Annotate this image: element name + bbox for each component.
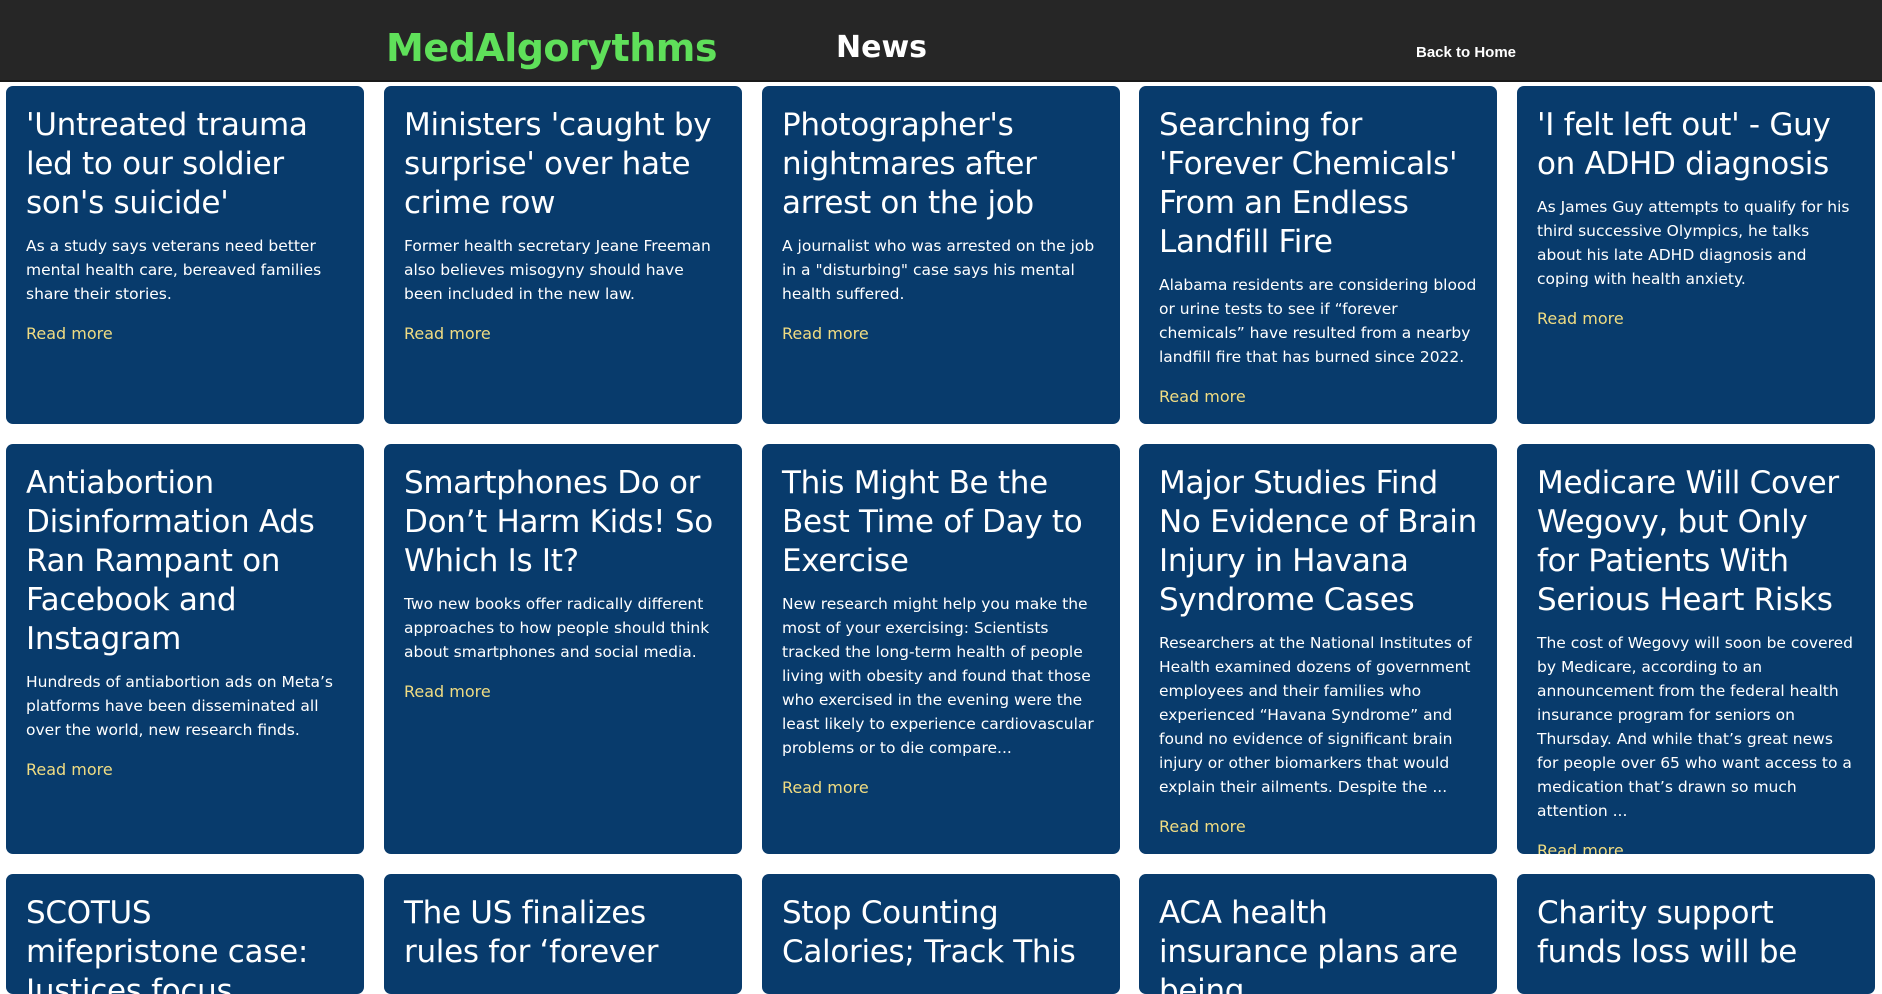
news-card: 'Untreated trauma led to our soldier son… xyxy=(6,86,364,424)
card-title: This Might Be the Best Time of Day to Ex… xyxy=(782,465,1083,579)
card-title: Antiabortion Disinformation Ads Ran Ramp… xyxy=(26,465,315,657)
card-title: Ministers 'caught by surprise' over hate… xyxy=(404,107,712,221)
card-summary: A journalist who was arrested on the job… xyxy=(782,237,1095,303)
card-title: Stop Counting Calories; Track This xyxy=(782,895,1076,970)
page-title: News xyxy=(836,30,928,65)
top-navbar: MedAlgorythms News Back to Home xyxy=(0,0,1882,82)
read-more-link[interactable]: Read more xyxy=(1159,817,1246,836)
card-title: Medicare Will Cover Wegovy, but Only for… xyxy=(1537,465,1839,618)
read-more-link[interactable]: Read more xyxy=(782,324,869,343)
card-summary: As a study says veterans need better men… xyxy=(26,237,322,303)
news-card: Ministers 'caught by surprise' over hate… xyxy=(384,86,742,424)
news-card: SCOTUS mifepristone case: Justices focus xyxy=(6,874,364,994)
card-title: Major Studies Find No Evidence of Brain … xyxy=(1159,465,1477,618)
card-summary: Hundreds of antiabortion ads on Meta’s p… xyxy=(26,673,333,739)
card-title: The US finalizes rules for ‘forever xyxy=(404,895,659,970)
news-grid: 'Untreated trauma led to our soldier son… xyxy=(6,86,1876,994)
card-title: Smartphones Do or Don’t Harm Kids! So Wh… xyxy=(404,465,713,579)
read-more-link[interactable]: Read more xyxy=(404,682,491,701)
card-title: Charity support funds loss will be xyxy=(1537,895,1798,970)
card-title: Searching for 'Forever Chemicals' From a… xyxy=(1159,107,1458,260)
card-summary: As James Guy attempts to qualify for his… xyxy=(1537,198,1850,288)
card-title: 'I felt left out' - Guy on ADHD diagnosi… xyxy=(1537,107,1831,182)
news-card: Antiabortion Disinformation Ads Ran Ramp… xyxy=(6,444,364,854)
card-summary: Alabama residents are considering blood … xyxy=(1159,276,1477,366)
read-more-link[interactable]: Read more xyxy=(404,324,491,343)
read-more-link[interactable]: Read more xyxy=(26,760,113,779)
read-more-link[interactable]: Read more xyxy=(1537,841,1624,854)
news-card: This Might Be the Best Time of Day to Ex… xyxy=(762,444,1120,854)
card-title: SCOTUS mifepristone case: Justices focus xyxy=(26,895,308,994)
read-more-link[interactable]: Read more xyxy=(1537,309,1624,328)
news-card: Photographer's nightmares after arrest o… xyxy=(762,86,1120,424)
brand-logo-text[interactable]: MedAlgorythms xyxy=(386,26,717,70)
news-card: Searching for 'Forever Chemicals' From a… xyxy=(1139,86,1497,424)
read-more-link[interactable]: Read more xyxy=(782,778,869,797)
card-title: 'Untreated trauma led to our soldier son… xyxy=(26,107,308,221)
news-card: The US finalizes rules for ‘forever xyxy=(384,874,742,994)
news-card: ACA health insurance plans are being xyxy=(1139,874,1497,994)
news-card: 'I felt left out' - Guy on ADHD diagnosi… xyxy=(1517,86,1875,424)
card-summary: New research might help you make the mos… xyxy=(782,595,1094,757)
read-more-link[interactable]: Read more xyxy=(26,324,113,343)
card-summary: Researchers at the National Institutes o… xyxy=(1159,634,1472,796)
card-title: ACA health insurance plans are being xyxy=(1159,895,1458,994)
news-card: Major Studies Find No Evidence of Brain … xyxy=(1139,444,1497,854)
card-summary: Former health secretary Jeane Freeman al… xyxy=(404,237,711,303)
news-card: Charity support funds loss will be xyxy=(1517,874,1875,994)
news-card: Smartphones Do or Don’t Harm Kids! So Wh… xyxy=(384,444,742,854)
card-title: Photographer's nightmares after arrest o… xyxy=(782,107,1037,221)
card-summary: Two new books offer radically different … xyxy=(404,595,710,661)
news-card: Stop Counting Calories; Track This xyxy=(762,874,1120,994)
card-summary: The cost of Wegovy will soon be covered … xyxy=(1537,634,1853,820)
back-to-home-link[interactable]: Back to Home xyxy=(1416,44,1516,61)
news-card: Medicare Will Cover Wegovy, but Only for… xyxy=(1517,444,1875,854)
read-more-link[interactable]: Read more xyxy=(1159,387,1246,406)
